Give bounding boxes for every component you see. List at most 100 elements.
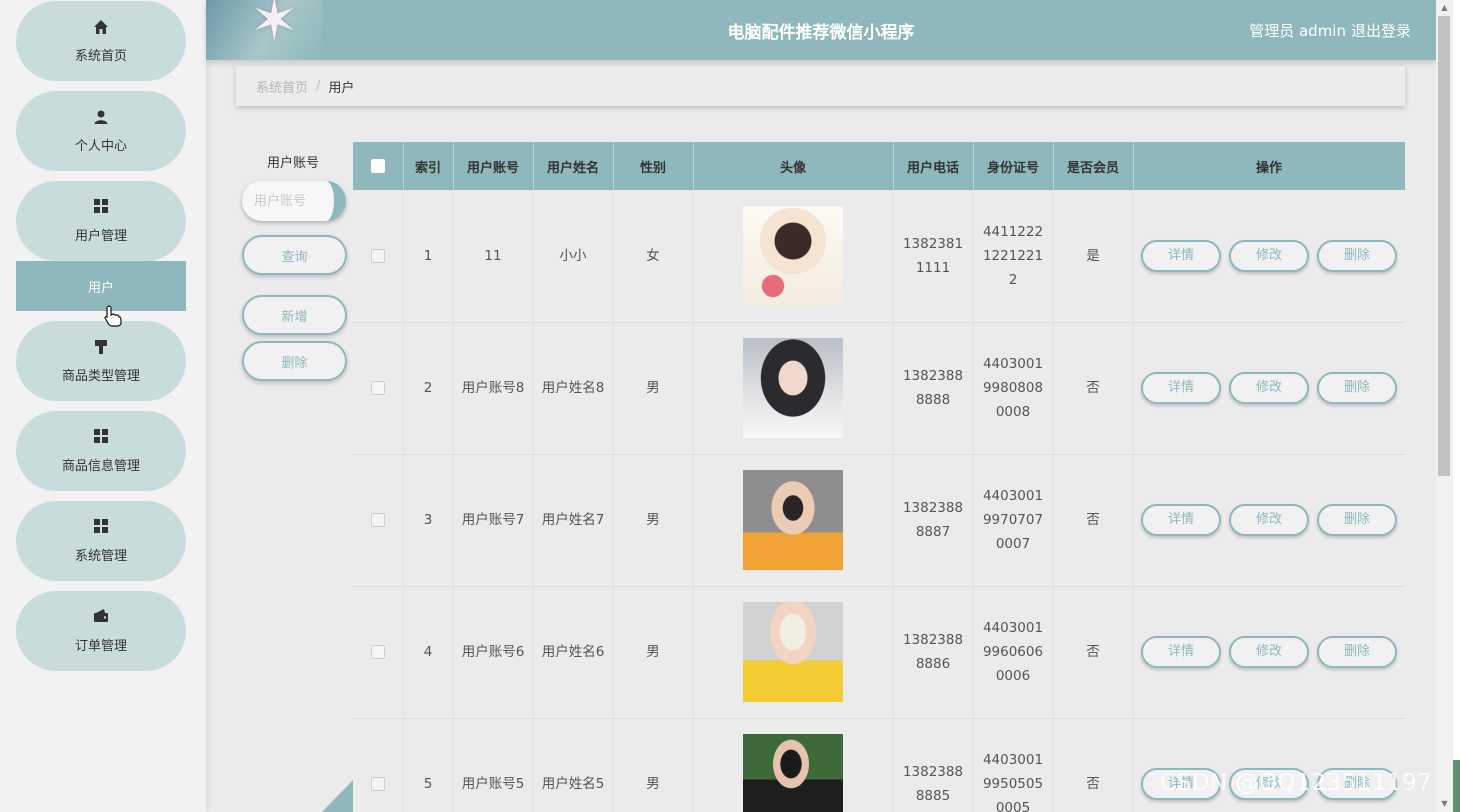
- scroll-down-arrow-icon[interactable]: ▼: [1436, 796, 1453, 812]
- cell-index: 1: [403, 190, 454, 323]
- avatar: [743, 602, 843, 702]
- avatar: [743, 470, 843, 570]
- delete-button[interactable]: 删除: [1317, 239, 1397, 272]
- column-header: 用户电话: [893, 142, 974, 190]
- cell-name: 用户姓名7: [533, 454, 614, 587]
- cell-name: 用户姓名6: [533, 586, 614, 719]
- sidebar-item-home[interactable]: 系统首页: [16, 1, 186, 81]
- table-row: 4 用户账号6 用户姓名6 男 13823888886 440300199606…: [353, 586, 1405, 719]
- select-all-checkbox[interactable]: [370, 159, 385, 173]
- sidebar-item-user-management[interactable]: 用户管理: [16, 181, 186, 261]
- column-header: 索引: [403, 142, 454, 190]
- row-checkbox[interactable]: [370, 645, 385, 659]
- edit-button[interactable]: 修改: [1229, 504, 1309, 536]
- column-header: 头像: [693, 142, 894, 190]
- query-button[interactable]: 查询: [242, 235, 347, 275]
- table-row: 3 用户账号7 用户姓名7 男 13823888887 440300199707…: [353, 454, 1405, 587]
- delete-button[interactable]: 删除: [1317, 372, 1397, 404]
- cell-member: 否: [1053, 454, 1134, 587]
- cell-name: 用户姓名8: [533, 322, 614, 455]
- cell-phone: 13823888885: [893, 718, 974, 812]
- cell-index: 5: [403, 718, 454, 812]
- detail-button[interactable]: 详情: [1141, 239, 1221, 272]
- cell-gender: 女: [613, 190, 694, 323]
- column-header: 用户账号: [453, 142, 534, 190]
- detail-button[interactable]: 详情: [1141, 372, 1221, 404]
- breadcrumb-home[interactable]: 系统首页: [256, 77, 308, 96]
- edit-button[interactable]: 修改: [1229, 239, 1309, 272]
- table-row: 5 用户账号5 用户姓名5 男 13823888885 440300199505…: [353, 718, 1405, 812]
- cell-phone: 13823811111: [893, 190, 974, 323]
- sidebar-item-label: 用户管理: [74, 228, 127, 244]
- avatar: [743, 338, 843, 438]
- detail-button[interactable]: 详情: [1141, 636, 1221, 668]
- top-header: ✶ 电脑配件推荐微信小程序 管理员 admin 退出登录: [206, 0, 1436, 60]
- column-header: 是否会员: [1053, 142, 1134, 190]
- batch-delete-button[interactable]: 删除: [242, 341, 347, 381]
- cell-phone: 13823888886: [893, 586, 974, 719]
- add-button[interactable]: 新增: [242, 295, 347, 335]
- column-header: 操作: [1133, 142, 1405, 190]
- sidebar-item-product-type[interactable]: 商品类型管理: [16, 321, 186, 401]
- delete-button[interactable]: 删除: [1317, 504, 1397, 536]
- window-edge-accent: [1453, 760, 1460, 812]
- window-edge: [1453, 0, 1460, 812]
- cell-id-number: 441122212212212: [973, 190, 1054, 323]
- logout-link[interactable]: 退出登录: [1351, 0, 1411, 60]
- scrollbar-thumb[interactable]: [1438, 16, 1450, 476]
- table-row: 2 用户账号8 用户姓名8 男 13823888888 440300199808…: [353, 322, 1405, 455]
- grid-icon: [94, 518, 108, 539]
- sidebar-item-label: 商品信息管理: [61, 458, 140, 474]
- row-checkbox[interactable]: [370, 777, 385, 791]
- cell-account: 用户账号6: [453, 586, 534, 719]
- brush-icon: [94, 339, 108, 359]
- grid-icon: [94, 198, 108, 219]
- current-user: 管理员 admin: [1249, 22, 1346, 40]
- person-icon: [93, 109, 109, 129]
- cell-index: 4: [403, 586, 454, 719]
- sidebar-item-label: 个人中心: [74, 138, 127, 154]
- cell-phone: 13823888888: [893, 322, 974, 455]
- select-all-header: [353, 142, 404, 190]
- cell-account: 用户账号7: [453, 454, 534, 587]
- cell-gender: 男: [613, 586, 694, 719]
- sidebar-item-label: 系统管理: [74, 548, 127, 564]
- breadcrumb-current: 用户: [328, 80, 355, 96]
- cell-id-number: 440300199505050005: [973, 718, 1054, 812]
- cell-member: 否: [1053, 322, 1134, 455]
- cell-name: 小小: [533, 190, 614, 323]
- cell-gender: 男: [613, 454, 694, 587]
- user-table: 索引 用户账号 用户姓名 性别 头像 用户电话 身份证号 是否会员 操作 1 1…: [353, 142, 1405, 812]
- breadcrumb: 系统首页 / 用户: [236, 66, 1405, 106]
- cell-gender: 男: [613, 718, 694, 812]
- edit-button[interactable]: 修改: [1229, 636, 1309, 668]
- cell-account: 11: [453, 190, 534, 323]
- detail-button[interactable]: 详情: [1141, 504, 1221, 536]
- sidebar: 系统首页 个人中心 用户管理 用户 商品类型管理 商品信息管理 系统管理 订单管…: [0, 0, 206, 812]
- column-header: 身份证号: [973, 142, 1054, 190]
- sidebar-subitem-user[interactable]: 用户: [16, 261, 186, 311]
- sidebar-item-system[interactable]: 系统管理: [16, 501, 186, 581]
- watermark-text: CSDN @QQ123511197: [1160, 770, 1433, 796]
- avatar: [743, 734, 843, 812]
- row-checkbox[interactable]: [370, 513, 385, 527]
- sidebar-item-product-info[interactable]: 商品信息管理: [16, 411, 186, 491]
- sidebar-item-orders[interactable]: 订单管理: [16, 591, 186, 671]
- home-icon: [93, 19, 109, 39]
- edit-button[interactable]: 修改: [1229, 372, 1309, 404]
- cell-account: 用户账号8: [453, 322, 534, 455]
- breadcrumb-separator: /: [316, 78, 321, 94]
- cell-index: 2: [403, 322, 454, 455]
- avatar: [743, 205, 843, 306]
- scroll-up-arrow-icon[interactable]: ▲: [1436, 0, 1453, 16]
- account-search-input[interactable]: [242, 181, 346, 221]
- sidebar-item-profile[interactable]: 个人中心: [16, 91, 186, 171]
- cell-id-number: 440300199707070007: [973, 454, 1054, 587]
- cell-account: 用户账号5: [453, 718, 534, 812]
- delete-button[interactable]: 删除: [1317, 636, 1397, 668]
- cell-member: 否: [1053, 718, 1134, 812]
- vertical-scrollbar[interactable]: ▲ ▼: [1436, 0, 1453, 812]
- row-checkbox[interactable]: [370, 248, 385, 263]
- row-checkbox[interactable]: [370, 381, 385, 395]
- search-label: 用户账号: [267, 156, 320, 171]
